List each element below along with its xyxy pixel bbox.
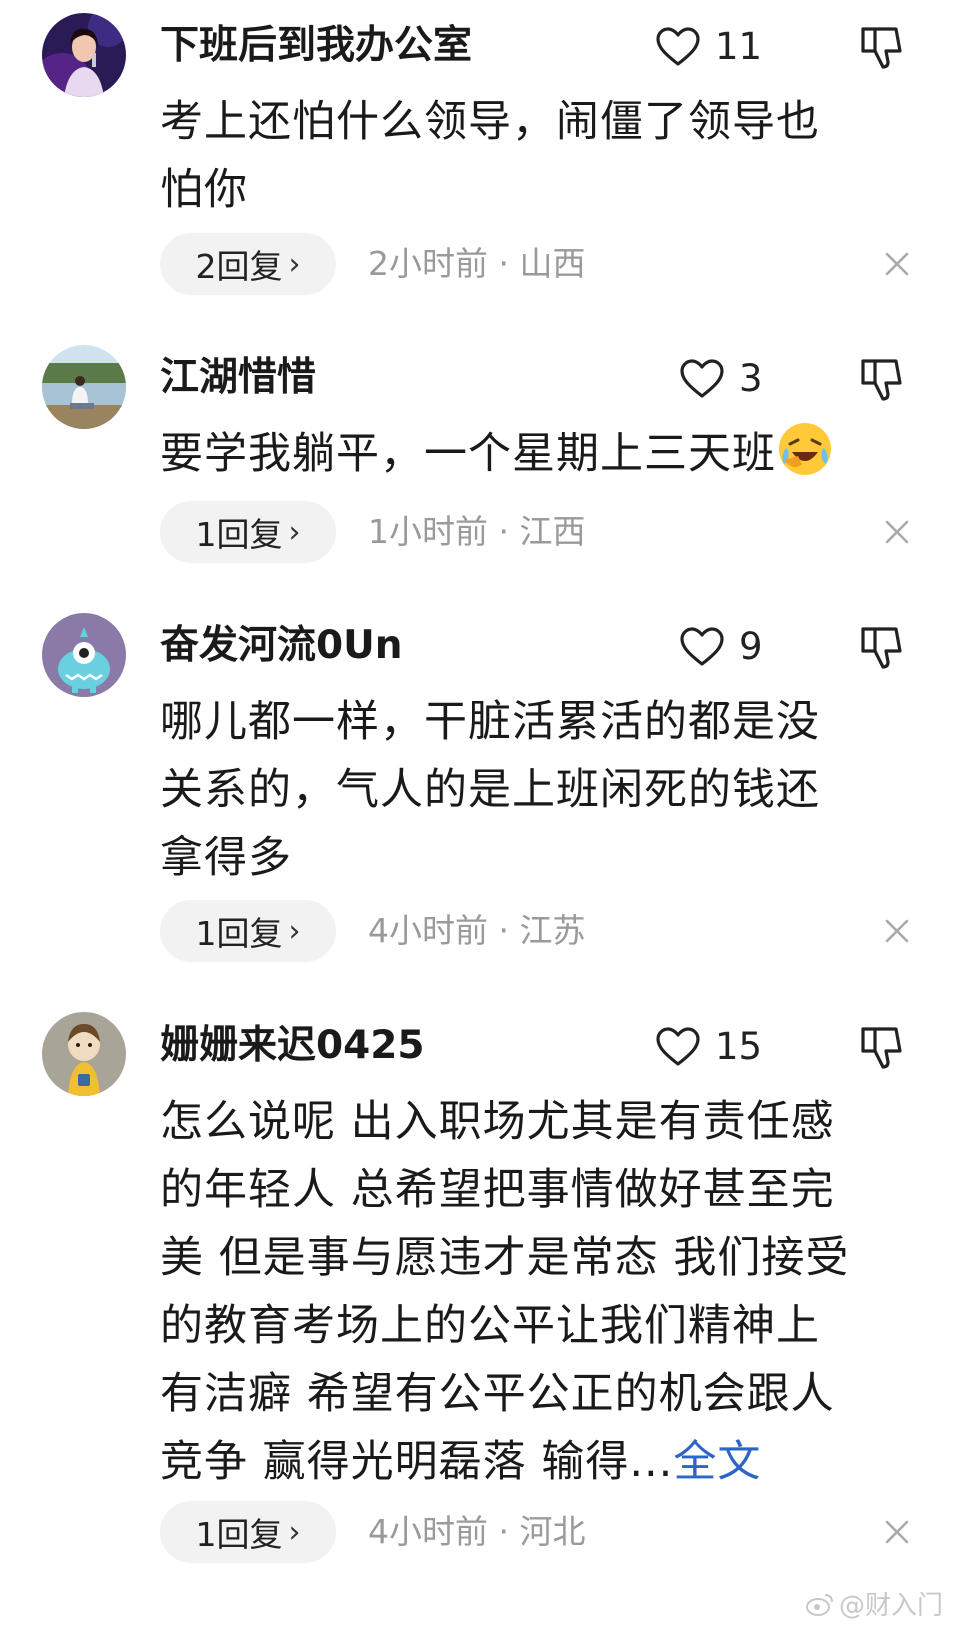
comment-text: 哪儿都一样，干脏活累活的都是没 关系的，气人的是上班闲死的钱还 拿得多: [160, 688, 900, 892]
username[interactable]: 下班后到我办公室: [160, 22, 472, 70]
like-button[interactable]: 15: [655, 1022, 762, 1072]
close-icon: [885, 1520, 909, 1544]
like-count: 11: [715, 25, 763, 68]
comment-text-line: 考上还怕什么领导，闹僵了领导也: [160, 97, 820, 147]
view-replies-button[interactable]: 1回复 ›: [160, 1501, 336, 1563]
heart-outline-icon: [656, 1027, 700, 1066]
heart-outline-icon: [656, 27, 700, 66]
time-location: 2小时前 · 山西: [368, 244, 586, 283]
user-avatar[interactable]: [42, 1012, 126, 1096]
heart-outline-icon: [680, 627, 724, 666]
comment-text-line: 怎么说呢 出入职场尤其是有责任感: [160, 1097, 835, 1147]
time-location: 4小时前 · 河北: [368, 1512, 586, 1551]
username[interactable]: 江湖惜惜: [160, 354, 316, 402]
like-count: 3: [739, 357, 763, 400]
chevron-right-icon: ›: [288, 913, 301, 949]
user-avatar[interactable]: [42, 613, 126, 697]
time-location: 4小时前 · 江苏: [368, 911, 586, 950]
comment-text-line: 有洁癖 希望有公平公正的机会跟人: [160, 1369, 835, 1419]
dislike-button[interactable]: [858, 624, 904, 670]
avatar-monster-cartoon-icon: [42, 613, 126, 697]
avatar-lake-photo-icon: [42, 345, 126, 429]
like-count: 9: [739, 625, 763, 668]
avatar-singer-photo-icon: [42, 13, 126, 97]
close-icon: [885, 919, 909, 943]
comment-meta: 2回复 › 2小时前 · 山西: [160, 233, 920, 295]
thumbs-down-icon: [861, 359, 902, 401]
username[interactable]: 姗姗来迟0425: [160, 1022, 425, 1070]
read-more-link[interactable]: 全文: [673, 1437, 761, 1487]
comment-meta: 1回复 › 1小时前 · 江西: [160, 501, 920, 563]
comment-meta: 1回复 › 4小时前 · 河北: [160, 1501, 920, 1563]
comment-text-line: 哪儿都一样，干脏活累活的都是没: [160, 697, 820, 747]
like-button[interactable]: 11: [655, 22, 762, 72]
close-button[interactable]: [882, 1517, 912, 1547]
comment-text-line: 关系的，气人的是上班闲死的钱还: [160, 765, 820, 815]
thumbs-down-icon: [861, 627, 902, 669]
close-button[interactable]: [882, 249, 912, 279]
view-replies-button[interactable]: 1回复 ›: [160, 900, 336, 962]
comment-text-line: 美 但是事与愿违才是常态 我们接受: [160, 1233, 850, 1283]
dislike-button[interactable]: [858, 1024, 904, 1070]
user-avatar[interactable]: [42, 345, 126, 429]
comment-text: 考上还怕什么领导，闹僵了领导也 怕你: [160, 88, 900, 224]
close-button[interactable]: [882, 517, 912, 547]
laughing-crying-emoji-icon: [776, 420, 834, 478]
watermark-text: @财入门: [838, 1591, 943, 1621]
user-avatar[interactable]: [42, 13, 126, 97]
reply-count: 1回复: [195, 1515, 283, 1554]
watermark: @财入门: [805, 1585, 943, 1622]
like-count: 15: [715, 1025, 763, 1068]
view-replies-button[interactable]: 1回复 ›: [160, 501, 336, 563]
chevron-right-icon: ›: [288, 514, 301, 550]
like-button[interactable]: 3: [679, 354, 763, 404]
thumbs-down-icon: [861, 27, 902, 69]
view-replies-button[interactable]: 2回复 ›: [160, 233, 336, 295]
reply-count: 1回复: [195, 515, 283, 554]
close-icon: [885, 520, 909, 544]
comment-text-line: 的教育考场上的公平让我们精神上: [160, 1301, 820, 1351]
comment-text: 要学我躺平，一个星期上三天班: [160, 420, 900, 488]
avatar-girl-cartoon-icon: [42, 1012, 126, 1096]
reply-count: 1回复: [195, 914, 283, 953]
comment-text-line: 怕你: [160, 165, 248, 215]
comment-text: 怎么说呢 出入职场尤其是有责任感 的年轻人 总希望把事情做好甚至完 美 但是事与…: [160, 1088, 900, 1496]
chevron-right-icon: ›: [288, 1514, 301, 1550]
chevron-right-icon: ›: [288, 246, 301, 282]
close-button[interactable]: [882, 916, 912, 946]
reply-count: 2回复: [195, 247, 283, 286]
heart-outline-icon: [680, 359, 724, 398]
comment-text-line: 拿得多: [160, 833, 292, 883]
comment-meta: 1回复 › 4小时前 · 江苏: [160, 900, 920, 962]
comment-text-line: 竞争 赢得光明磊落 输得...全文: [160, 1437, 762, 1487]
dislike-button[interactable]: [858, 24, 904, 70]
time-location: 1小时前 · 江西: [368, 512, 586, 551]
thumbs-down-icon: [861, 1027, 902, 1069]
dislike-button[interactable]: [858, 356, 904, 402]
weibo-logo-icon: [805, 1593, 833, 1616]
comment-text-line: 的年轻人 总希望把事情做好甚至完: [160, 1165, 835, 1215]
close-icon: [885, 252, 909, 276]
comment-text-line: 要学我躺平，一个星期上三天班: [160, 420, 900, 488]
username[interactable]: 奋发河流0Un: [160, 622, 403, 670]
like-button[interactable]: 9: [679, 622, 763, 672]
